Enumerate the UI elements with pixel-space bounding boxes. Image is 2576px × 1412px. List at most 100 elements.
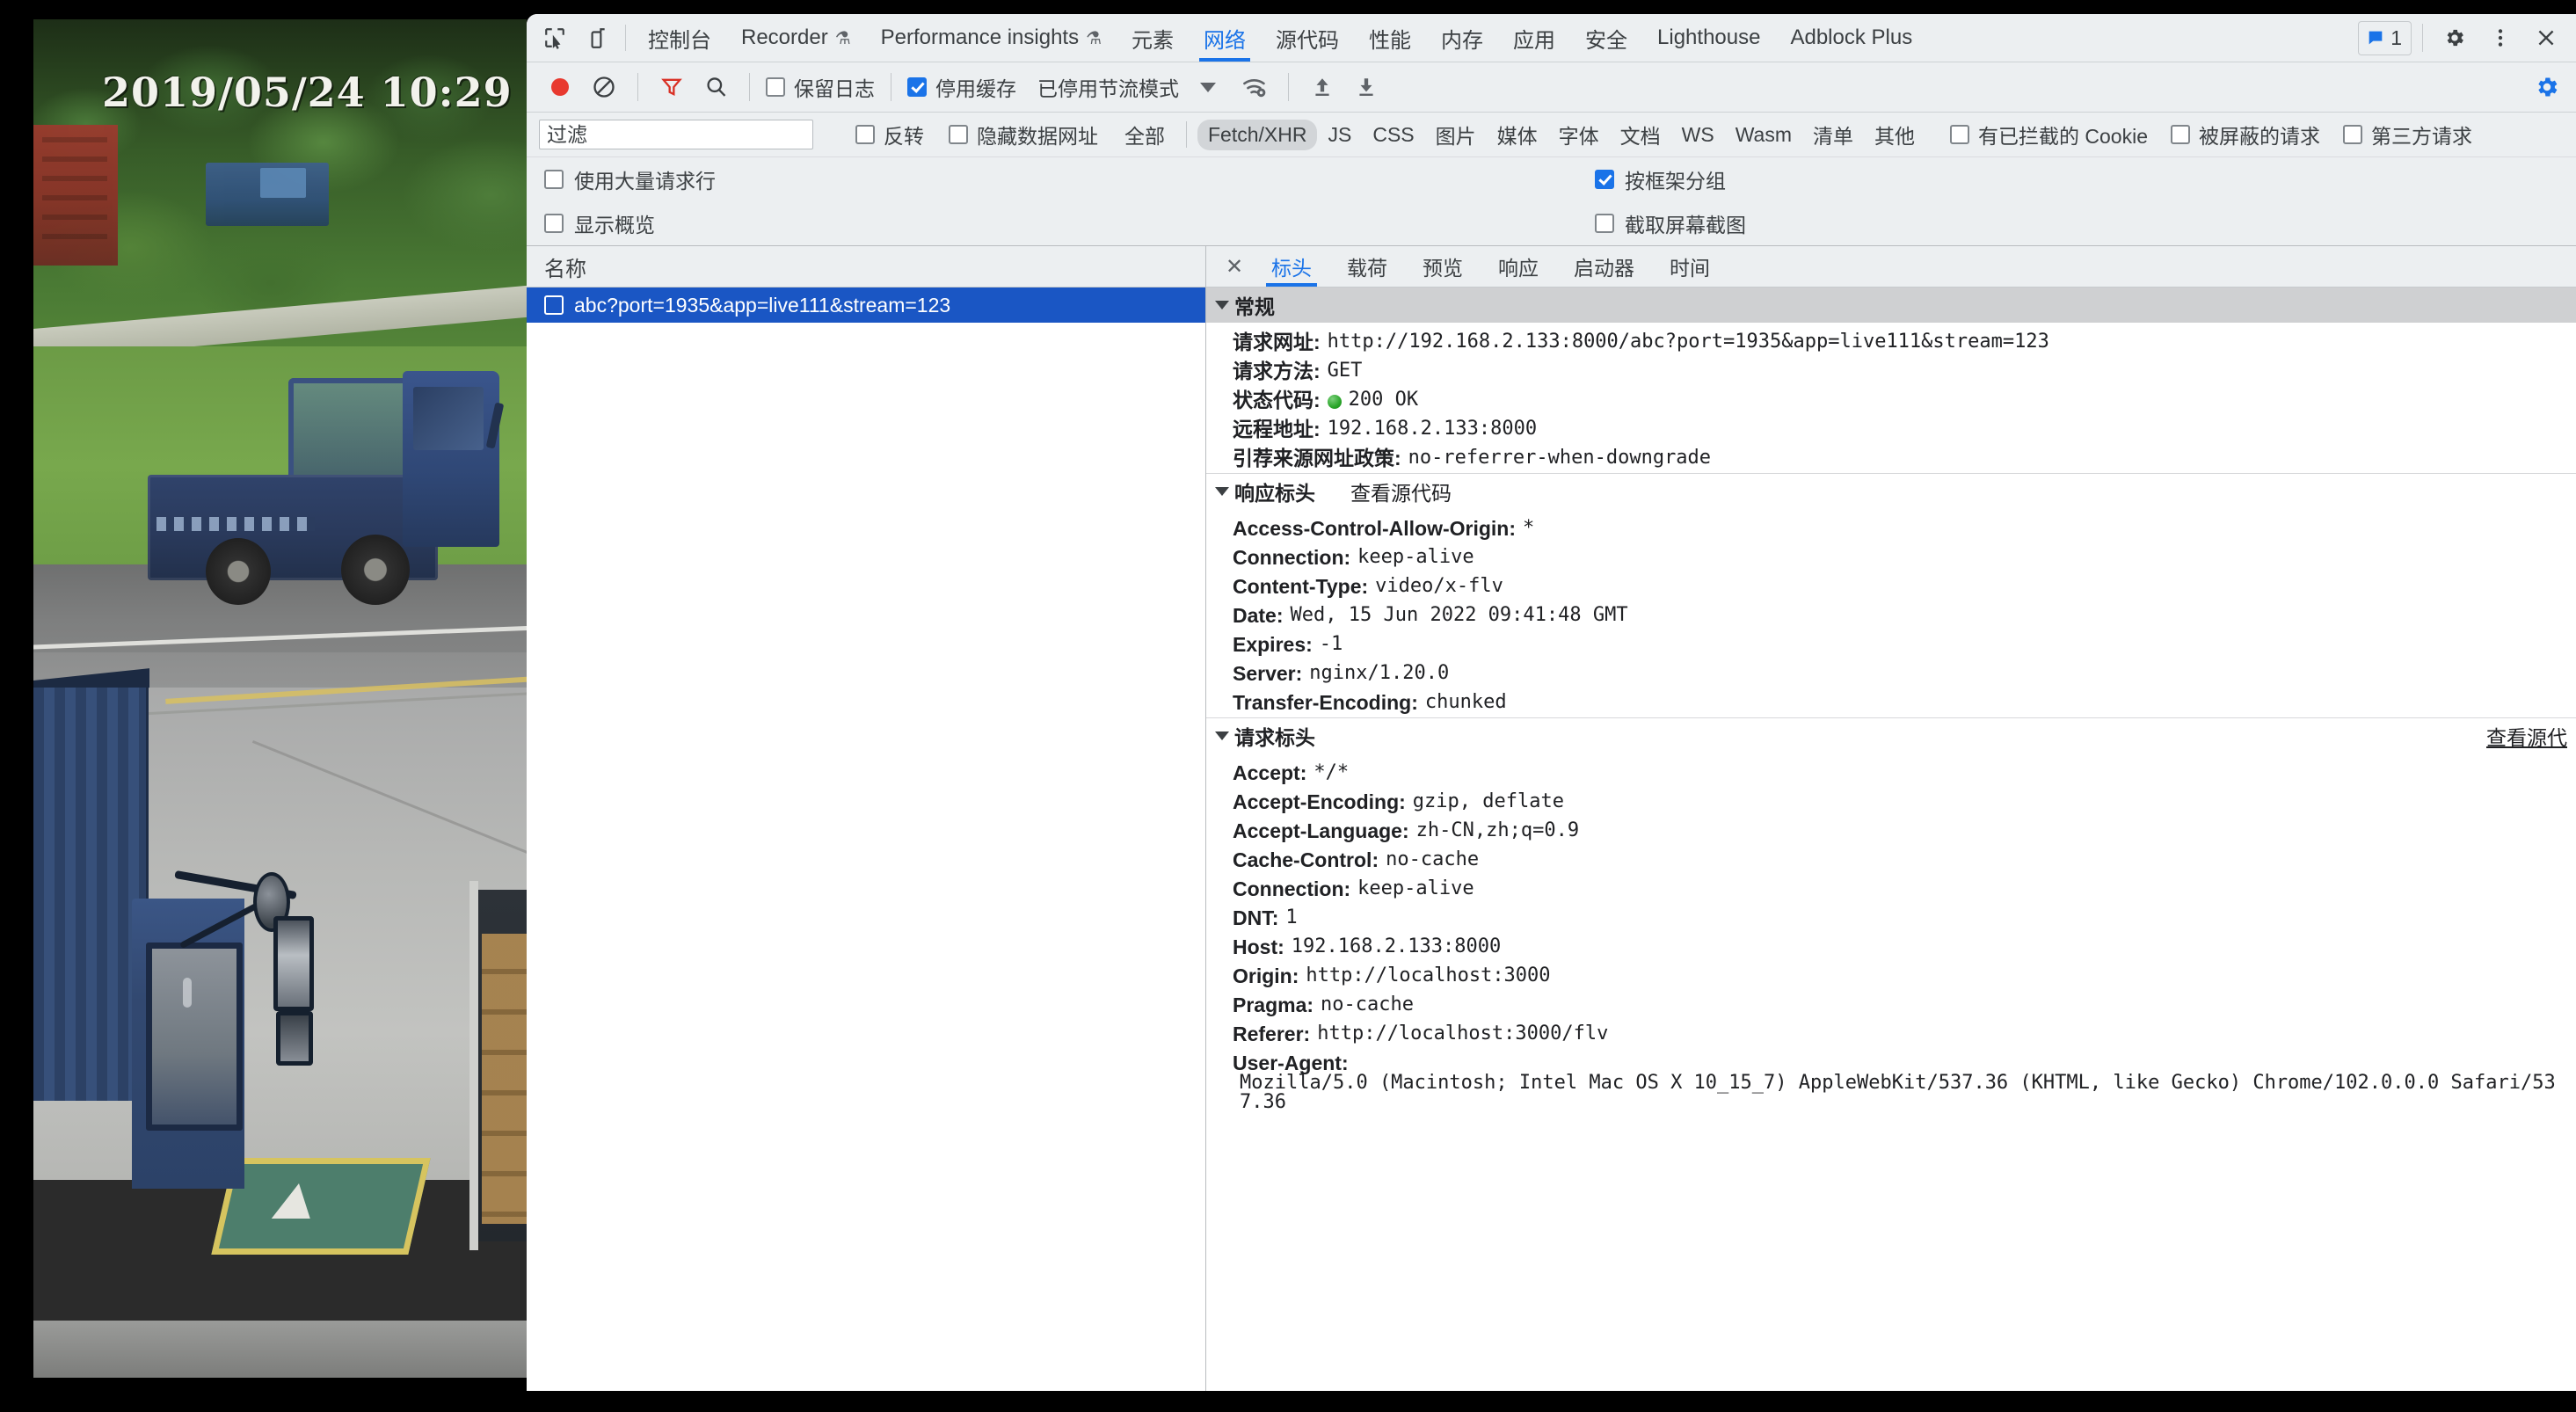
table-row[interactable]: abc?port=1935&app=live111&stream=123 [527, 287, 1205, 323]
section-title: 常规 [1234, 295, 1275, 318]
tab-label: 元素 [1132, 28, 1175, 53]
section-response-headers-header[interactable]: 响应标头 查看源代码 [1206, 473, 2576, 509]
tab-response[interactable]: 响应 [1481, 246, 1556, 287]
row-value: http://192.168.2.133:8000/abc?port=1935&… [1327, 331, 2049, 353]
row-value: http://localhost:3000 [1306, 964, 1551, 986]
tab-adblock-plus[interactable]: Adblock Plus [1775, 14, 1927, 62]
type-filter-wasm[interactable]: Wasm [1725, 120, 1802, 150]
filter-funnel-icon[interactable] [651, 66, 693, 108]
message-count-badge[interactable]: 1 [2358, 20, 2412, 55]
row-key: 请求网址: [1233, 331, 1321, 353]
header-row-user-agent: User-Agent: Mozilla/5.0 (Macintosh; Inte… [1206, 1049, 2576, 1117]
type-filter-css[interactable]: CSS [1362, 120, 1424, 150]
gear-icon[interactable] [2434, 26, 2476, 49]
search-icon[interactable] [695, 66, 737, 108]
show-overview-checkbox[interactable]: 显示概览 [544, 208, 655, 238]
type-filter-js[interactable]: JS [1317, 120, 1362, 150]
filter-input[interactable] [539, 120, 813, 149]
tab-security[interactable]: 安全 [1570, 14, 1642, 62]
hide-data-urls-checkbox[interactable]: 隐藏数据网址 [945, 120, 1102, 149]
blocked-cookies-label: 有已拦截的 Cookie [1978, 125, 2148, 148]
tab-preview[interactable]: 预览 [1405, 246, 1481, 287]
capture-screenshots-checkbox[interactable]: 截取屏幕截图 [1595, 208, 1746, 238]
preserve-log-checkbox[interactable]: 保留日志 [762, 72, 878, 102]
section-request-headers-header[interactable]: 请求标头 查看源代 [1206, 717, 2576, 753]
detail-tabstrip: ✕ 标头 载荷 预览 响应 启动器 时间 [1206, 246, 2576, 287]
row-value: zh-CN,zh;q=0.9 [1415, 819, 1580, 841]
clear-icon[interactable] [583, 66, 625, 108]
type-filter-img[interactable]: 图片 [1425, 116, 1487, 153]
header-row: Host: 192.168.2.133:8000 [1206, 933, 2576, 962]
tab-application[interactable]: 应用 [1498, 14, 1570, 62]
blocked-requests-label: 被屏蔽的请求 [2198, 125, 2320, 148]
row-value: 192.168.2.133:8000 [1291, 935, 1502, 957]
network-settings-button[interactable] [2534, 74, 2560, 100]
tab-initiator[interactable]: 启动器 [1556, 246, 1652, 287]
toolbar-divider-2 [749, 73, 750, 101]
checkbox-box [544, 170, 564, 189]
devtools-window: 控制台 Recorder ⚗ Performance insights ⚗ 元素… [527, 14, 2576, 1391]
more-vertical-icon[interactable] [2479, 26, 2521, 49]
group-by-frame-checkbox[interactable]: 按框架分组 [1595, 164, 1726, 194]
upload-arrow-icon[interactable] [1301, 66, 1343, 108]
blocked-cookies-checkbox[interactable]: 有已拦截的 Cookie [1947, 120, 2151, 149]
triangle-down-icon [1215, 731, 1229, 740]
view-source-link[interactable]: 查看源代 [2486, 721, 2567, 751]
inspect-element-icon[interactable] [534, 14, 576, 62]
view-source-link[interactable]: 查看源代码 [1350, 477, 1452, 506]
close-icon[interactable] [2525, 26, 2567, 49]
header-row: Content-Type: video/x-flv [1206, 572, 2576, 601]
header-row: Server: nginx/1.20.0 [1206, 659, 2576, 688]
tab-memory[interactable]: 内存 [1426, 14, 1498, 62]
request-list-header[interactable]: 名称 [527, 246, 1205, 287]
tab-timing[interactable]: 时间 [1652, 246, 1728, 287]
tab-network[interactable]: 网络 [1189, 14, 1261, 62]
chevron-down-icon[interactable] [1200, 82, 1216, 92]
close-icon[interactable]: ✕ [1215, 246, 1254, 287]
checkbox-box [2170, 125, 2190, 144]
throttling-select[interactable]: 已停用节流模式 [1037, 72, 1179, 102]
type-filter-doc[interactable]: 文档 [1610, 116, 1671, 153]
tab-payload[interactable]: 载荷 [1329, 246, 1405, 287]
type-filter-font[interactable]: 字体 [1548, 116, 1610, 153]
row-value: video/x-flv [1375, 575, 1503, 597]
checkbox-box [766, 77, 785, 97]
tab-lighthouse[interactable]: Lighthouse [1642, 14, 1775, 62]
download-arrow-icon[interactable] [1345, 66, 1387, 108]
disable-cache-checkbox[interactable]: 停用缓存 [904, 72, 1020, 102]
video-right-pallets [482, 934, 527, 1224]
type-filter-media[interactable]: 媒体 [1487, 116, 1548, 153]
tab-elements[interactable]: 元素 [1117, 14, 1189, 62]
tab-console[interactable]: 控制台 [633, 14, 726, 62]
row-key: User-Agent: [1233, 1052, 1349, 1074]
video-truck-window [413, 387, 484, 450]
type-filter-fetch-xhr[interactable]: Fetch/XHR [1197, 119, 1318, 150]
row-value: */* [1313, 761, 1350, 783]
show-overview-label: 显示概览 [574, 214, 655, 237]
section-general-header[interactable]: 常规 [1206, 287, 2576, 323]
big-request-rows-checkbox[interactable]: 使用大量请求行 [544, 164, 716, 194]
blocked-requests-checkbox[interactable]: 被屏蔽的请求 [2167, 120, 2324, 149]
checkbox-box [907, 77, 927, 97]
third-party-label: 第三方请求 [2370, 125, 2472, 148]
tab-recorder[interactable]: Recorder ⚗ [726, 14, 866, 62]
record-stop-icon[interactable] [539, 66, 581, 108]
type-filter-other[interactable]: 其他 [1864, 116, 1925, 153]
wifi-settings-icon[interactable] [1233, 66, 1276, 108]
video-player[interactable]: 2019/05/24 10:29 [33, 19, 527, 1378]
tab-headers[interactable]: 标头 [1254, 246, 1329, 287]
tab-performance[interactable]: 性能 [1354, 14, 1426, 62]
preserve-log-label: 保留日志 [794, 77, 875, 100]
type-filter-manifest[interactable]: 清单 [1802, 116, 1864, 153]
tab-performance-insights[interactable]: Performance insights ⚗ [866, 14, 1117, 62]
invert-checkbox[interactable]: 反转 [852, 120, 928, 149]
device-toolbar-icon[interactable] [576, 14, 618, 62]
type-filter-all[interactable]: 全部 [1114, 116, 1175, 153]
third-party-checkbox[interactable]: 第三方请求 [2340, 120, 2476, 149]
type-filter-ws[interactable]: WS [1671, 120, 1725, 150]
header-row: Referer: http://localhost:3000/flv [1206, 1020, 2576, 1049]
request-header-rows: Accept: */* Accept-Encoding: gzip, defla… [1206, 753, 2576, 1117]
triangle-down-icon [1215, 487, 1229, 496]
tab-sources[interactable]: 源代码 [1261, 14, 1354, 62]
row-value: Wed, 15 Jun 2022 09:41:48 GMT [1290, 604, 1628, 626]
